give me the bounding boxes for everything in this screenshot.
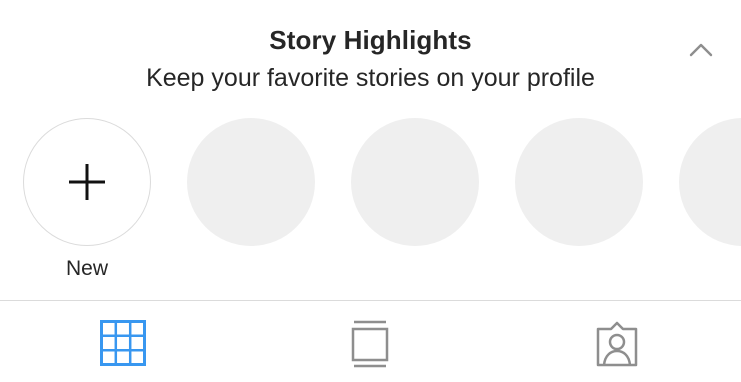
new-highlight-label: New xyxy=(65,257,108,280)
tab-grid[interactable] xyxy=(0,312,246,382)
grid-icon xyxy=(100,320,146,366)
tagged-icon xyxy=(596,321,638,367)
tab-feed[interactable] xyxy=(247,312,493,382)
chevron-up-icon xyxy=(689,43,713,57)
collapse-highlights-button[interactable] xyxy=(684,36,718,64)
tab-tagged[interactable] xyxy=(494,312,740,382)
profile-highlights-screen: Story Highlights Keep your favorite stor… xyxy=(0,0,741,382)
new-highlight-button[interactable] xyxy=(23,118,151,246)
highlight-placeholder xyxy=(187,118,315,246)
tab-divider xyxy=(0,300,741,301)
story-highlights-subtitle: Keep your favorite stories on your profi… xyxy=(146,64,595,92)
feed-icon xyxy=(351,320,389,368)
highlight-placeholder xyxy=(679,118,741,246)
story-highlights-title: Story Highlights xyxy=(269,25,472,55)
plus-icon xyxy=(69,164,105,200)
highlight-placeholder xyxy=(351,118,479,246)
highlight-placeholder xyxy=(515,118,643,246)
